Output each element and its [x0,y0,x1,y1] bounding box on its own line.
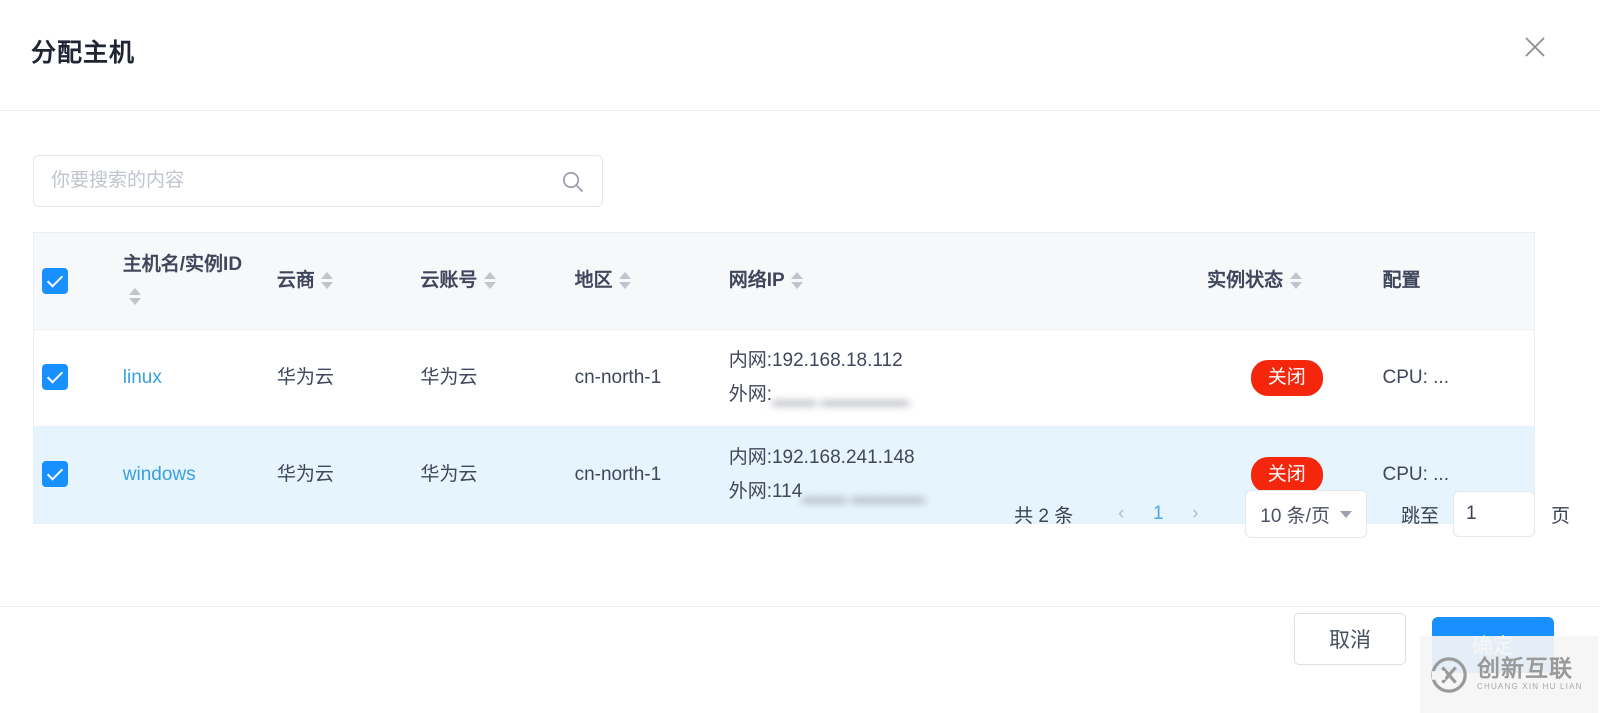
sort-icon-region[interactable] [619,272,632,289]
column-header-account[interactable]: 云账号 [412,233,566,329]
search-icon[interactable] [560,169,586,195]
pagination-jump-unit: 页 [1551,501,1570,528]
column-header-vendor[interactable]: 云商 [269,233,413,329]
host-link[interactable]: windows [123,464,196,485]
host-link[interactable]: linux [123,367,162,388]
assign-host-dialog: 分配主机 [0,0,1600,713]
column-header-region[interactable]: 地区 [567,233,721,329]
close-icon[interactable] [1518,30,1552,64]
ip-public-label: 外网: [729,384,772,405]
pagination-total: 共 2 条 [1014,501,1073,528]
cell-account: 华为云 [412,426,566,523]
row-select-cell [34,329,115,426]
row-checkbox[interactable] [42,364,68,390]
ip-public-masked: ▁▁▁ ▁▁▁▁▁▁ [772,378,909,412]
pagination-prev-icon[interactable]: ‹ [1107,503,1135,525]
page-title: 分配主机 [31,36,135,70]
table-row[interactable]: linux 华为云 华为云 cn-north-1 内网:192.168.18.1… [34,329,1534,426]
column-header-config: 配置 [1374,233,1534,329]
chevron-down-icon [1340,511,1352,518]
host-table: 主机名/实例ID 云商 云账号 地区 网络IP [34,233,1534,524]
ip-private-label: 内网: [729,447,772,468]
sort-icon-account[interactable] [483,272,496,289]
ip-public-value: 114 [772,481,802,502]
ip-public-line: 外网:▁▁▁ ▁▁▁▁▁▁ [729,378,1191,412]
search-box[interactable] [33,155,603,207]
row-checkbox[interactable] [42,461,68,487]
pagination: 共 2 条 ‹ 1 › 10 条/页 跳至 页 [1014,490,1570,538]
page-size-select[interactable]: 10 条/页 [1245,490,1367,538]
sort-icon-host[interactable] [129,288,142,305]
cell-host: linux [115,329,269,426]
cancel-button[interactable]: 取消 [1294,613,1406,665]
cell-state: 关闭 [1199,329,1374,426]
ip-private-line: 内网:192.168.241.148 [729,441,1191,475]
cell-config: CPU: ... [1374,329,1534,426]
pagination-jump-label: 跳至 [1401,501,1439,528]
pagination-next-icon[interactable]: › [1181,503,1209,525]
dialog-header: 分配主机 [0,0,1600,111]
column-header-state[interactable]: 实例状态 [1199,233,1374,329]
host-table-container: 主机名/实例ID 云商 云账号 地区 网络IP [33,232,1535,524]
pagination-page-1[interactable]: 1 [1141,503,1175,525]
ip-private-label: 内网: [729,350,772,371]
cell-region: cn-north-1 [567,329,721,426]
ip-private-value: 192.168.18.112 [772,350,903,371]
status-badge: 关闭 [1251,457,1323,493]
column-header-host[interactable]: 主机名/实例ID [115,233,269,329]
cell-region: cn-north-1 [567,426,721,523]
cell-host: windows [115,426,269,523]
column-header-ip[interactable]: 网络IP [721,233,1199,329]
sort-icon-vendor[interactable] [321,272,334,289]
table-header-row: 主机名/实例ID 云商 云账号 地区 网络IP [34,233,1534,329]
cell-account: 华为云 [412,329,566,426]
ip-private-value: 192.168.241.148 [772,447,915,468]
status-badge: 关闭 [1251,360,1323,396]
sort-icon-ip[interactable] [791,272,804,289]
ip-public-label: 外网: [729,481,772,502]
select-all-checkbox[interactable] [42,268,68,294]
cell-vendor: 华为云 [269,426,413,523]
ip-public-masked: ▁▁▁ ▁▁▁▁▁ [802,475,924,509]
page-size-label: 10 条/页 [1260,501,1330,528]
select-all-header [34,233,115,329]
ip-private-line: 内网:192.168.18.112 [729,344,1191,378]
cell-ip: 内网:192.168.18.112 外网:▁▁▁ ▁▁▁▁▁▁ [721,329,1199,426]
cell-vendor: 华为云 [269,329,413,426]
search-input[interactable] [34,156,602,206]
dialog-body: 主机名/实例ID 云商 云账号 地区 网络IP [0,111,1600,606]
row-select-cell [34,426,115,523]
confirm-button[interactable]: 确定 [1432,617,1554,673]
pagination-jump-input[interactable] [1453,491,1535,537]
sort-icon-state[interactable] [1289,272,1302,289]
